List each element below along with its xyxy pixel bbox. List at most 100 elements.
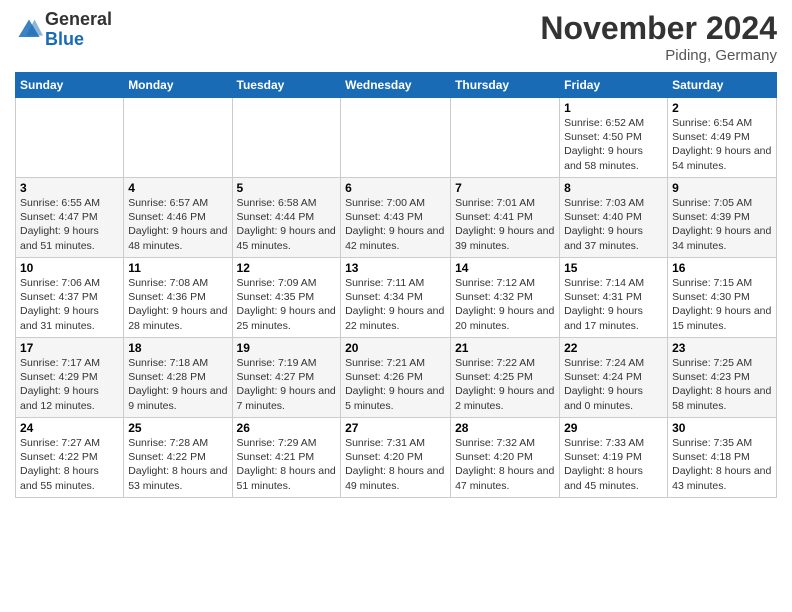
day-number: 22: [564, 341, 663, 355]
day-number: 29: [564, 421, 663, 435]
day-number: 23: [672, 341, 772, 355]
cell-w3-d2: 12Sunrise: 7:09 AM Sunset: 4:35 PM Dayli…: [232, 258, 341, 338]
day-number: 5: [237, 181, 337, 195]
day-info: Sunrise: 7:33 AM Sunset: 4:19 PM Dayligh…: [564, 436, 663, 493]
col-wednesday: Wednesday: [341, 73, 451, 98]
col-monday: Monday: [124, 73, 232, 98]
cell-w2-d4: 7Sunrise: 7:01 AM Sunset: 4:41 PM Daylig…: [451, 178, 560, 258]
calendar-body: 1Sunrise: 6:52 AM Sunset: 4:50 PM Daylig…: [16, 98, 777, 498]
cell-w1-d1: [124, 98, 232, 178]
day-info: Sunrise: 6:52 AM Sunset: 4:50 PM Dayligh…: [564, 116, 663, 173]
day-number: 30: [672, 421, 772, 435]
day-number: 24: [20, 421, 119, 435]
day-number: 7: [455, 181, 555, 195]
day-number: 4: [128, 181, 227, 195]
week-row-5: 24Sunrise: 7:27 AM Sunset: 4:22 PM Dayli…: [16, 418, 777, 498]
col-friday: Friday: [560, 73, 668, 98]
day-number: 25: [128, 421, 227, 435]
day-number: 2: [672, 101, 772, 115]
day-info: Sunrise: 7:31 AM Sunset: 4:20 PM Dayligh…: [345, 436, 446, 493]
day-info: Sunrise: 6:55 AM Sunset: 4:47 PM Dayligh…: [20, 196, 119, 253]
logo-icon: [15, 16, 43, 44]
day-info: Sunrise: 7:21 AM Sunset: 4:26 PM Dayligh…: [345, 356, 446, 413]
week-row-2: 3Sunrise: 6:55 AM Sunset: 4:47 PM Daylig…: [16, 178, 777, 258]
header-row: Sunday Monday Tuesday Wednesday Thursday…: [16, 73, 777, 98]
day-info: Sunrise: 7:22 AM Sunset: 4:25 PM Dayligh…: [455, 356, 555, 413]
cell-w5-d4: 28Sunrise: 7:32 AM Sunset: 4:20 PM Dayli…: [451, 418, 560, 498]
day-info: Sunrise: 7:00 AM Sunset: 4:43 PM Dayligh…: [345, 196, 446, 253]
day-info: Sunrise: 7:05 AM Sunset: 4:39 PM Dayligh…: [672, 196, 772, 253]
day-number: 6: [345, 181, 446, 195]
day-info: Sunrise: 7:03 AM Sunset: 4:40 PM Dayligh…: [564, 196, 663, 253]
cell-w1-d2: [232, 98, 341, 178]
cell-w3-d3: 13Sunrise: 7:11 AM Sunset: 4:34 PM Dayli…: [341, 258, 451, 338]
day-info: Sunrise: 7:11 AM Sunset: 4:34 PM Dayligh…: [345, 276, 446, 333]
week-row-4: 17Sunrise: 7:17 AM Sunset: 4:29 PM Dayli…: [16, 338, 777, 418]
day-number: 10: [20, 261, 119, 275]
day-number: 9: [672, 181, 772, 195]
day-number: 18: [128, 341, 227, 355]
day-info: Sunrise: 6:54 AM Sunset: 4:49 PM Dayligh…: [672, 116, 772, 173]
logo-text: General Blue: [45, 10, 112, 50]
col-tuesday: Tuesday: [232, 73, 341, 98]
cell-w5-d1: 25Sunrise: 7:28 AM Sunset: 4:22 PM Dayli…: [124, 418, 232, 498]
cell-w2-d0: 3Sunrise: 6:55 AM Sunset: 4:47 PM Daylig…: [16, 178, 124, 258]
day-number: 11: [128, 261, 227, 275]
col-sunday: Sunday: [16, 73, 124, 98]
cell-w4-d6: 23Sunrise: 7:25 AM Sunset: 4:23 PM Dayli…: [668, 338, 777, 418]
day-info: Sunrise: 7:24 AM Sunset: 4:24 PM Dayligh…: [564, 356, 663, 413]
day-info: Sunrise: 7:01 AM Sunset: 4:41 PM Dayligh…: [455, 196, 555, 253]
cell-w4-d4: 21Sunrise: 7:22 AM Sunset: 4:25 PM Dayli…: [451, 338, 560, 418]
day-info: Sunrise: 6:57 AM Sunset: 4:46 PM Dayligh…: [128, 196, 227, 253]
week-row-1: 1Sunrise: 6:52 AM Sunset: 4:50 PM Daylig…: [16, 98, 777, 178]
cell-w4-d0: 17Sunrise: 7:17 AM Sunset: 4:29 PM Dayli…: [16, 338, 124, 418]
day-number: 16: [672, 261, 772, 275]
cell-w1-d0: [16, 98, 124, 178]
day-number: 19: [237, 341, 337, 355]
day-number: 15: [564, 261, 663, 275]
location: Piding, Germany: [540, 47, 777, 64]
cell-w5-d3: 27Sunrise: 7:31 AM Sunset: 4:20 PM Dayli…: [341, 418, 451, 498]
day-number: 27: [345, 421, 446, 435]
day-info: Sunrise: 7:14 AM Sunset: 4:31 PM Dayligh…: [564, 276, 663, 333]
cell-w3-d5: 15Sunrise: 7:14 AM Sunset: 4:31 PM Dayli…: [560, 258, 668, 338]
cell-w3-d0: 10Sunrise: 7:06 AM Sunset: 4:37 PM Dayli…: [16, 258, 124, 338]
day-number: 20: [345, 341, 446, 355]
cell-w2-d2: 5Sunrise: 6:58 AM Sunset: 4:44 PM Daylig…: [232, 178, 341, 258]
day-number: 3: [20, 181, 119, 195]
day-info: Sunrise: 6:58 AM Sunset: 4:44 PM Dayligh…: [237, 196, 337, 253]
day-number: 8: [564, 181, 663, 195]
cell-w1-d5: 1Sunrise: 6:52 AM Sunset: 4:50 PM Daylig…: [560, 98, 668, 178]
header: General Blue November 2024 Piding, Germa…: [15, 10, 777, 64]
logo-general: General: [45, 10, 112, 30]
cell-w5-d5: 29Sunrise: 7:33 AM Sunset: 4:19 PM Dayli…: [560, 418, 668, 498]
day-info: Sunrise: 7:29 AM Sunset: 4:21 PM Dayligh…: [237, 436, 337, 493]
month-title: November 2024: [540, 10, 777, 47]
calendar-header: Sunday Monday Tuesday Wednesday Thursday…: [16, 73, 777, 98]
day-info: Sunrise: 7:08 AM Sunset: 4:36 PM Dayligh…: [128, 276, 227, 333]
cell-w2-d6: 9Sunrise: 7:05 AM Sunset: 4:39 PM Daylig…: [668, 178, 777, 258]
cell-w3-d6: 16Sunrise: 7:15 AM Sunset: 4:30 PM Dayli…: [668, 258, 777, 338]
calendar-table: Sunday Monday Tuesday Wednesday Thursday…: [15, 72, 777, 498]
day-info: Sunrise: 7:27 AM Sunset: 4:22 PM Dayligh…: [20, 436, 119, 493]
day-info: Sunrise: 7:17 AM Sunset: 4:29 PM Dayligh…: [20, 356, 119, 413]
day-number: 1: [564, 101, 663, 115]
cell-w2-d3: 6Sunrise: 7:00 AM Sunset: 4:43 PM Daylig…: [341, 178, 451, 258]
day-info: Sunrise: 7:18 AM Sunset: 4:28 PM Dayligh…: [128, 356, 227, 413]
cell-w1-d6: 2Sunrise: 6:54 AM Sunset: 4:49 PM Daylig…: [668, 98, 777, 178]
cell-w5-d6: 30Sunrise: 7:35 AM Sunset: 4:18 PM Dayli…: [668, 418, 777, 498]
col-thursday: Thursday: [451, 73, 560, 98]
day-number: 17: [20, 341, 119, 355]
day-number: 28: [455, 421, 555, 435]
day-info: Sunrise: 7:12 AM Sunset: 4:32 PM Dayligh…: [455, 276, 555, 333]
title-block: November 2024 Piding, Germany: [540, 10, 777, 64]
logo: General Blue: [15, 10, 112, 50]
day-number: 21: [455, 341, 555, 355]
logo-blue: Blue: [45, 30, 112, 50]
cell-w5-d0: 24Sunrise: 7:27 AM Sunset: 4:22 PM Dayli…: [16, 418, 124, 498]
day-number: 14: [455, 261, 555, 275]
cell-w2-d5: 8Sunrise: 7:03 AM Sunset: 4:40 PM Daylig…: [560, 178, 668, 258]
cell-w2-d1: 4Sunrise: 6:57 AM Sunset: 4:46 PM Daylig…: [124, 178, 232, 258]
cell-w4-d2: 19Sunrise: 7:19 AM Sunset: 4:27 PM Dayli…: [232, 338, 341, 418]
main-container: General Blue November 2024 Piding, Germa…: [0, 0, 792, 508]
